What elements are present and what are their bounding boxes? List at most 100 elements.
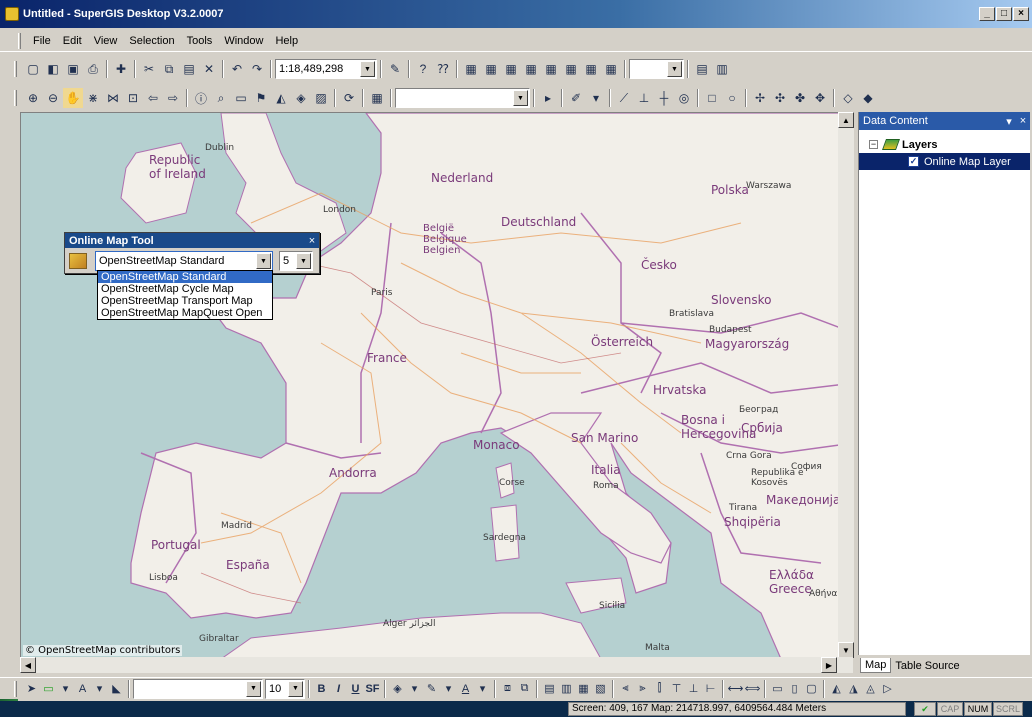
open-folder-icon[interactable]: ◧ [43,59,63,79]
delete-icon[interactable]: ✕ [199,59,219,79]
scroll-left-icon[interactable]: ◀ [20,657,36,673]
print-icon[interactable]: ⎙ [83,59,103,79]
circle-icon[interactable]: ○ [722,88,742,108]
layout-tool-6-icon[interactable]: ▦ [561,59,581,79]
pages-icon[interactable]: ▥ [712,59,732,79]
bring-forward-icon[interactable]: ▦ [575,680,592,698]
undo-icon[interactable]: ↶ [227,59,247,79]
text-tool-icon[interactable]: A [74,680,91,698]
dropdown-option-cycle-map[interactable]: OpenStreetMap Cycle Map [98,283,272,295]
clear-selection-icon[interactable]: ▨ [311,88,331,108]
size-width-icon[interactable]: ▭ [769,680,786,698]
layout-combo[interactable]: ▼ [629,59,684,79]
rectangle-draw-dropdown-icon[interactable]: ▾ [57,680,74,698]
toolbar-grip[interactable] [18,32,21,49]
info-icon[interactable]: ⓘ [191,88,211,108]
online-map-source-combo[interactable]: OpenStreetMap Standard ▼ [95,251,273,271]
rotate-left-icon[interactable]: ◭ [828,680,845,698]
page-icon[interactable]: ▤ [692,59,712,79]
crosshair-icon[interactable]: ┼ [654,88,674,108]
text-tool-dropdown-icon[interactable]: ▾ [91,680,108,698]
pan-hand-icon[interactable]: ✋ [63,88,83,108]
identify-pointer-icon[interactable]: ✎ [385,59,405,79]
forward-icon[interactable]: ⇨ [163,88,183,108]
close-button[interactable]: × [1013,7,1029,21]
toolbar-grip[interactable] [14,680,17,697]
redo-icon[interactable]: ↷ [247,59,267,79]
topology-1-icon[interactable]: ◇ [838,88,858,108]
italic-button[interactable]: I [330,680,347,698]
send-to-back-icon[interactable]: ▥ [558,680,575,698]
scroll-up-icon[interactable]: ▲ [838,112,854,128]
flip-vertical-icon[interactable]: ▷ [879,680,896,698]
online-map-tool-header[interactable]: Online Map Tool × [65,233,319,248]
layer-combo[interactable]: ▼ [395,88,530,108]
fixed-zoom-out-icon[interactable]: ⋈ [103,88,123,108]
font-color-icon[interactable]: A [457,680,474,698]
collapse-icon[interactable]: − [869,140,878,149]
menu-edit[interactable]: Edit [57,33,88,49]
fill-tool-icon[interactable]: ◣ [108,680,125,698]
menu-help[interactable]: Help [269,33,304,49]
layers-node[interactable]: − Layers [859,136,1030,153]
rotate-right-icon[interactable]: ◮ [845,680,862,698]
sketch-icon[interactable]: ✐ [566,88,586,108]
chevron-down-icon[interactable]: ▼ [360,61,375,77]
layout-tool-3-icon[interactable]: ▦ [501,59,521,79]
copy-icon[interactable]: ⧉ [159,59,179,79]
strikethrough-button[interactable]: SF [364,680,381,698]
perpendicular-icon[interactable]: ⊥ [634,88,654,108]
toolbar-grip[interactable] [14,61,17,77]
toolbar-grip[interactable] [14,90,17,106]
menu-file[interactable]: File [27,33,57,49]
scroll-right-icon[interactable]: ▶ [821,657,837,673]
size-height-icon[interactable]: ▯ [786,680,803,698]
align-left-icon[interactable]: ⫷ [617,680,634,698]
topology-2-icon[interactable]: ◆ [858,88,878,108]
align-center-icon[interactable]: ⫸ [634,680,651,698]
refresh-icon[interactable]: ⟳ [339,88,359,108]
ungroup-icon[interactable]: ⧉ [516,680,533,698]
circle-point-icon[interactable]: ◎ [674,88,694,108]
dropdown-option-transport-map[interactable]: OpenStreetMap Transport Map [98,295,272,307]
rectangle-icon[interactable]: □ [702,88,722,108]
layout-tool-4-icon[interactable]: ▦ [521,59,541,79]
fixed-zoom-in-icon[interactable]: ⋇ [83,88,103,108]
line-tool-icon[interactable]: ⟋ [614,88,634,108]
pin-dropdown-button[interactable]: ▾ [1002,115,1016,128]
online-map-layer-node[interactable]: ✓ Online Map Layer [859,153,1030,170]
line-color-icon[interactable]: ✎ [423,680,440,698]
online-map-tool-close-button[interactable]: × [305,235,319,247]
vertex-tool-2-icon[interactable]: ✣ [770,88,790,108]
font-color-dropdown-icon[interactable]: ▾ [474,680,491,698]
chevron-down-icon[interactable]: ▼ [246,680,261,697]
vertex-tool-4-icon[interactable]: ✥ [810,88,830,108]
layout-tool-2-icon[interactable]: ▦ [481,59,501,79]
layout-tool-5-icon[interactable]: ▦ [541,59,561,79]
chevron-down-icon[interactable]: ▼ [667,61,682,77]
find-icon[interactable]: ⌕ [211,88,231,108]
underline-button[interactable]: U [347,680,364,698]
zoom-out-icon[interactable]: ⊖ [43,88,63,108]
online-map-icon[interactable] [69,253,87,269]
chevron-down-icon[interactable]: ▼ [288,680,303,697]
bring-to-front-icon[interactable]: ▤ [541,680,558,698]
menu-tools[interactable]: Tools [181,33,219,49]
menu-selection[interactable]: Selection [123,33,180,49]
select-elements-icon[interactable]: ➤ [23,680,40,698]
group-icon[interactable]: ⧈ [499,680,516,698]
vertex-tool-3-icon[interactable]: ✤ [790,88,810,108]
tab-table-source[interactable]: Table Source [891,659,964,673]
layout-tool-8-icon[interactable]: ▦ [601,59,621,79]
sketch-options-icon[interactable]: ▾ [586,88,606,108]
menu-window[interactable]: Window [218,33,269,49]
map-view[interactable]: Dublin Republic of Ireland London Paris … [20,112,853,658]
save-icon[interactable]: ▣ [63,59,83,79]
zoom-in-icon[interactable]: ⊕ [23,88,43,108]
chevron-down-icon[interactable]: ▼ [513,90,528,106]
map-vertical-scrollbar[interactable]: ▲ ▼ [838,112,854,658]
map-horizontal-scrollbar[interactable]: ◀ ▶ [20,657,853,673]
rectangle-draw-icon[interactable]: ▭ [40,680,57,698]
align-middle-icon[interactable]: ⊥ [685,680,702,698]
align-bottom-icon[interactable]: ⊢ [702,680,719,698]
